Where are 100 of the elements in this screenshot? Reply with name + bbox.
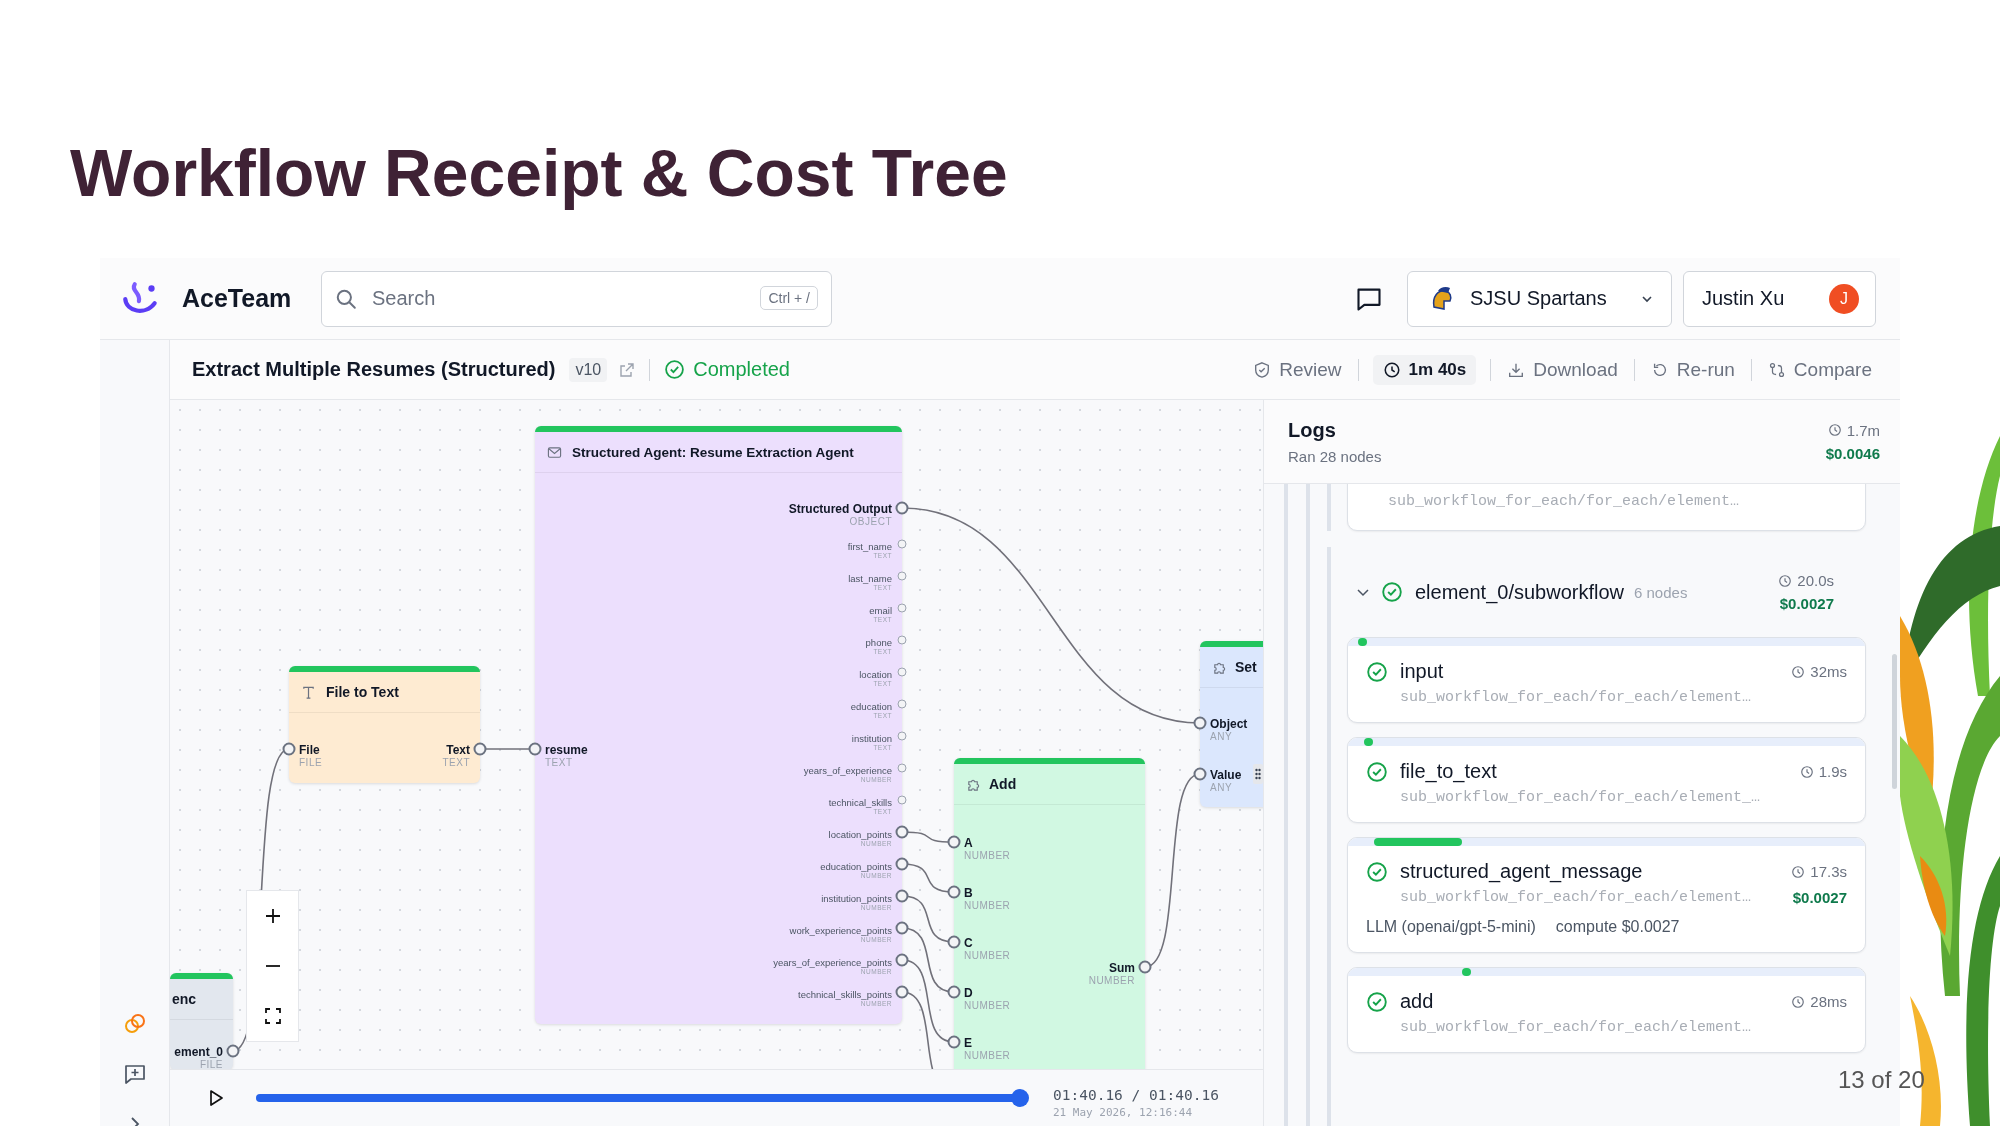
port-name: A [964,835,974,850]
check-circle-icon [664,359,686,380]
workflow-node[interactable] [535,426,902,1024]
port-type: NUMBER [964,949,1011,961]
review-button[interactable]: Review [1251,354,1344,385]
port-type: TEXT [442,756,470,768]
clock-icon [1791,994,1806,1009]
port-type: NUMBER [1088,974,1135,986]
port-type: FILE [199,1058,223,1069]
add-comment-icon[interactable] [122,1062,147,1086]
port-name: phone [865,637,892,648]
node-path: sub_workflow_for_each/for_each/element_… [1400,789,1761,806]
port-name: work_experience_points [789,925,892,936]
version-tag: v10 [569,357,608,382]
clock-icon [1778,573,1793,588]
log-card[interactable]: structured_agent_message 17.3s sub_workflow_for_each/for_each/element… $0.0027 LLM (openai/gpt-5-mini) compute $0.0027 [1347,837,1866,953]
group-cost: $0.0027 [1779,595,1834,612]
port-handle[interactable] [897,763,907,773]
port-type: NUMBER [964,1049,1011,1061]
step-name: input [1400,660,1444,683]
port-type: NUMBER [964,899,1011,911]
brand-name: AceTeam [182,284,293,313]
port-name: years_of_experience_points [773,957,892,968]
port-name: technical_skills_points [798,989,892,1000]
port-handle[interactable] [897,795,907,805]
compare-button[interactable]: Compare [1765,354,1874,385]
port-name: Object [1210,716,1248,731]
port-name: D [964,985,974,1000]
port-handle[interactable] [897,603,907,613]
workflow-node[interactable]: File to Text File FILE Text TEXT [289,666,480,783]
port-type: ANY [1210,730,1233,742]
scrollbar[interactable] [1892,654,1897,789]
port-handle[interactable] [897,731,907,741]
port-handle[interactable] [897,539,907,549]
port-type: FILE [299,756,323,768]
log-card[interactable]: input 32ms sub_workflow_for_each/for_each/element… [1347,637,1866,723]
log-card[interactable]: file_to_text 1.9s sub_workflow_for_each/for_each/element_… [1347,737,1866,823]
port-handle[interactable] [897,667,907,677]
log-card[interactable]: add 28ms sub_workflow_for_each/for_each/element… [1347,967,1866,1053]
logs-title: Logs [1288,418,1337,442]
port-type: NUMBER [964,999,1011,1011]
port-handle[interactable] [528,742,542,756]
compare-icon [1767,360,1786,379]
node-title: File to Text [326,684,399,700]
organization-dropdown[interactable]: SJSU Spartans [1407,270,1672,327]
workflow-node[interactable]: enc ement_0 FILE [170,973,233,1069]
port-name: location_points [828,829,892,840]
user-menu[interactable]: Justin Xu J [1683,270,1876,327]
drag-handle-icon[interactable] [1253,764,1263,784]
port-name: B [964,885,974,900]
node-title: enc [172,991,197,1007]
step-name: add [1400,990,1434,1013]
port-name: ement_0 [174,1044,223,1059]
step-duration: 28ms [1791,993,1847,1010]
port-name: first_name [847,541,892,552]
logs-summary: Ran 28 nodes [1288,447,1382,465]
coins-icon[interactable] [122,1012,147,1036]
step-cost: $0.0027 [1792,889,1847,906]
port-handle[interactable] [897,635,907,645]
run-status: Completed [664,358,790,381]
port-handle[interactable] [947,1035,961,1049]
mail-icon [547,444,562,460]
shortcut-hint: Ctrl + / [760,285,818,310]
port-handle[interactable] [947,985,961,999]
port-handle[interactable] [947,935,961,949]
workflow-node[interactable]: Set Object ANY Value ANY [1200,641,1263,807]
fit-view-icon[interactable] [262,1006,283,1026]
port-name: E [964,1035,973,1050]
port-handle[interactable] [1193,716,1207,730]
port-handle[interactable] [1193,767,1207,781]
port-handle[interactable] [947,885,961,899]
check-circle-icon [1366,860,1388,883]
port-handle[interactable] [947,835,961,849]
node-title: Structured Agent: Resume Extraction Agent [572,444,854,460]
total-duration: 1.7m [1827,421,1880,439]
port-name: Value [1210,767,1242,782]
port-name: technical_skills [828,797,892,808]
port-handle[interactable] [897,699,907,709]
node-path: sub_workflow_for_each/for_each/element… [1400,689,1752,706]
external-link-icon[interactable] [619,361,636,378]
step-duration: 1.9s [1799,763,1847,780]
total-cost: $0.0046 [1825,444,1880,462]
check-circle-icon [1366,760,1388,783]
workflow-title: Extract Multiple Resumes (Structured) [192,358,556,381]
port-name: last_name [848,573,892,584]
port-name: C [964,935,974,950]
port-handle[interactable] [897,571,907,581]
port-name: institution_points [821,893,892,904]
check-circle-icon [1381,581,1403,603]
port-type: ANY [1210,781,1234,793]
group-name: element_0/subworkflow [1415,580,1624,604]
port-name: resume [545,742,588,757]
duration-icon [1382,360,1401,379]
step-name: structured_agent_message [1400,860,1643,883]
clock-icon [1799,764,1814,779]
rerun-button[interactable]: Re-run [1648,354,1737,385]
download-button[interactable]: Download [1505,354,1620,385]
workflow-node[interactable]: Add A NUMBER B NUMBER C NUMBER D NUMBER E NUMBER Sum NUMBER [954,758,1145,1069]
port-name: Structured Output [788,501,892,516]
run-timestamp: 21 May 2026, 12:16:44 [1053,1106,1194,1119]
